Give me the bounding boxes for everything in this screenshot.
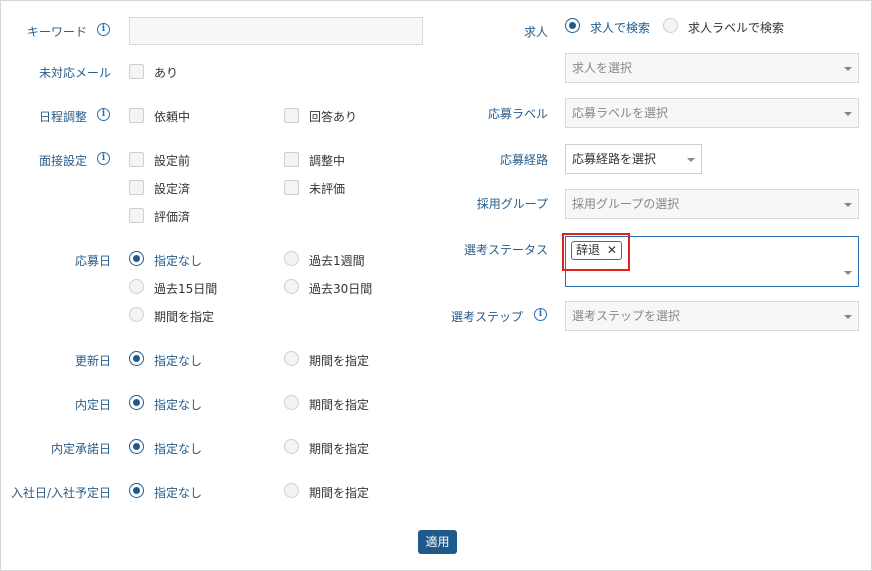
keyword-input[interactable] [129,17,423,45]
interview-option-adjusting: 調整中 [309,154,346,168]
interview-option-unevaluated: 未評価 [309,182,346,196]
offer-date-option-range: 期間を指定 [309,398,370,412]
info-icon[interactable]: i [97,23,110,36]
offer-accept-date-option-none: 指定なし [154,442,203,456]
interview-label: 面接設定 [38,154,87,168]
chevron-down-icon [844,315,852,319]
apply-button[interactable]: 適用 [418,530,457,554]
join-date-option-none: 指定なし [154,486,203,500]
updated-date-radio-none[interactable] [129,351,144,366]
apply-date-option-1week: 過去1週間 [309,254,365,268]
offer-date-option-none: 指定なし [154,398,203,412]
interview-option-before: 設定前 [154,154,191,168]
info-icon[interactable]: i [97,152,110,165]
chevron-down-icon [844,203,852,207]
apply-date-option-range: 期間を指定 [154,310,215,324]
chevron-down-icon [844,271,852,275]
updated-date-label: 更新日 [74,354,111,368]
search-filter-panel: キーワード i 未対応メール あり 日程調整 i 依頼中 回答あり 面接設定 i… [0,0,872,571]
selection-step-label: 選考ステップ [450,310,523,324]
schedule-label: 日程調整 [38,110,87,124]
schedule-option-requested: 依頼中 [154,110,191,124]
join-date-radio-range[interactable] [284,483,299,498]
apply-date-radio-30days[interactable] [284,279,299,294]
hiring-group-select[interactable]: 採用グループの選択 [565,189,859,219]
apply-date-radio-1week[interactable] [284,251,299,266]
schedule-option-answered: 回答あり [309,110,358,124]
apply-date-radio-range[interactable] [129,307,144,322]
apply-date-option-30days: 過去30日間 [309,282,373,296]
apply-label-select[interactable]: 応募ラベルを選択 [565,98,859,128]
offer-accept-date-option-range: 期間を指定 [309,442,370,456]
selection-step-select-placeholder: 選考ステップを選択 [572,309,681,323]
job-label: 求人 [523,25,548,39]
interview-checkbox-set[interactable] [129,180,144,195]
job-select[interactable]: 求人を選択 [565,53,859,83]
schedule-checkbox-requested[interactable] [129,108,144,123]
apply-date-label: 応募日 [74,254,111,268]
join-date-option-range: 期間を指定 [309,486,370,500]
apply-date-radio-15days[interactable] [129,279,144,294]
interview-checkbox-evaluated[interactable] [129,208,144,223]
updated-date-option-range: 期間を指定 [309,354,370,368]
apply-date-option-none: 指定なし [154,254,203,268]
chevron-down-icon [687,158,695,162]
join-date-label: 入社日/入社予定日 [10,486,111,500]
info-icon[interactable]: i [534,308,547,321]
interview-checkbox-unevaluated[interactable] [284,180,299,195]
chevron-down-icon [844,67,852,71]
interview-checkbox-adjusting[interactable] [284,152,299,167]
join-date-radio-none[interactable] [129,483,144,498]
info-icon[interactable]: i [97,108,110,121]
offer-date-radio-none[interactable] [129,395,144,410]
job-radio-by-label[interactable] [663,18,678,33]
apply-route-select[interactable]: 応募経路を選択 [565,144,702,174]
highlight-box [562,233,630,271]
hiring-group-select-placeholder: 採用グループの選択 [572,197,680,211]
job-select-placeholder: 求人を選択 [572,61,633,75]
interview-option-evaluated: 評価済 [154,210,191,224]
unanswered-mail-option: あり [154,66,179,80]
schedule-checkbox-answered[interactable] [284,108,299,123]
chevron-down-icon [844,112,852,116]
apply-route-label: 応募経路 [499,153,548,167]
hiring-group-label: 採用グループ [476,197,548,211]
updated-date-radio-range[interactable] [284,351,299,366]
offer-accept-date-radio-range[interactable] [284,439,299,454]
selection-status-label: 選考ステータス [463,243,548,257]
offer-date-radio-range[interactable] [284,395,299,410]
job-option-by-label: 求人ラベルで検索 [688,21,785,35]
job-option-by-job: 求人で検索 [590,21,651,35]
updated-date-option-none: 指定なし [154,354,203,368]
job-radio-by-job[interactable] [565,18,580,33]
keyword-label: キーワード [26,25,87,39]
offer-date-label: 内定日 [74,398,111,412]
apply-date-radio-none[interactable] [129,251,144,266]
offer-accept-date-label: 内定承諾日 [50,442,111,456]
apply-route-select-value: 応募経路を選択 [572,152,657,166]
offer-accept-date-radio-none[interactable] [129,439,144,454]
unanswered-mail-label: 未対応メール [38,66,111,80]
interview-checkbox-before[interactable] [129,152,144,167]
unanswered-mail-checkbox[interactable] [129,64,144,79]
apply-label-select-placeholder: 応募ラベルを選択 [572,106,669,120]
apply-date-option-15days: 過去15日間 [154,282,218,296]
interview-option-set: 設定済 [154,182,191,196]
apply-label-label: 応募ラベル [487,107,548,121]
selection-step-select[interactable]: 選考ステップを選択 [565,301,859,331]
